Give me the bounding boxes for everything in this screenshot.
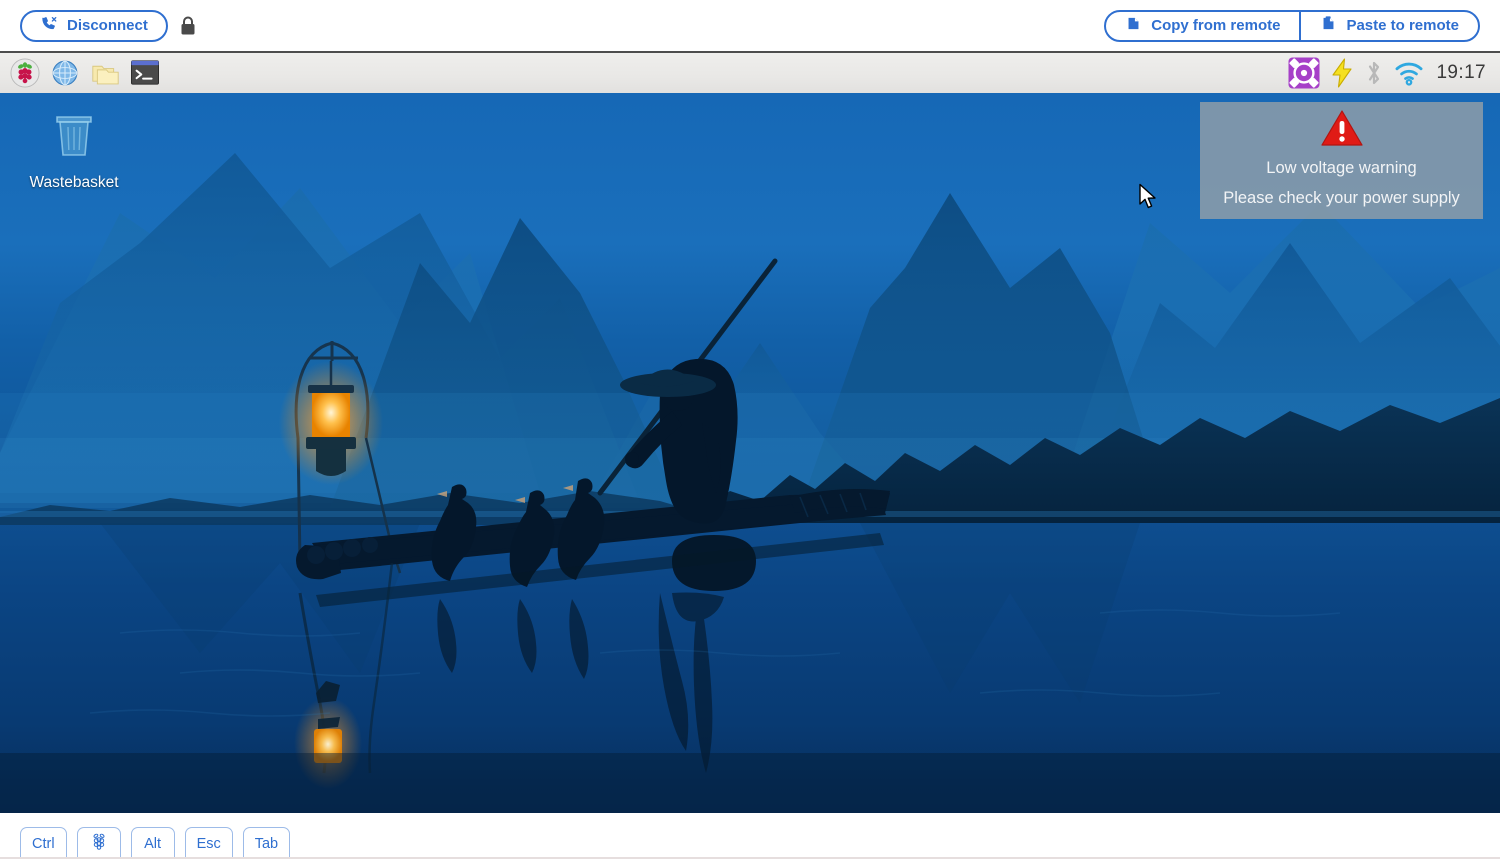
wifi-icon[interactable] (1394, 60, 1424, 86)
taskbar-clock[interactable]: 19:17 (1434, 62, 1486, 84)
file-manager-icon[interactable] (88, 56, 122, 90)
warning-triangle-icon (1320, 109, 1363, 152)
desktop-icon-wastebasket[interactable]: Wastebasket (22, 105, 126, 192)
clipboard-copy-icon (1125, 15, 1142, 36)
key-esc-label: Esc (196, 835, 221, 852)
wastebasket-icon (45, 105, 103, 168)
phone-hangup-icon (40, 15, 58, 37)
key-tab[interactable]: Tab (242, 827, 291, 859)
taskbar-launchers (0, 56, 162, 90)
key-alt[interactable]: Alt (130, 827, 175, 859)
virtual-keybar: Ctrl Alt Esc Tab (0, 813, 1500, 859)
desktop-icon-label: Wastebasket (29, 174, 119, 191)
vnc-toolbar-left-group: Disconnect (0, 9, 196, 42)
raspberry-pi-menu-icon[interactable] (8, 56, 42, 90)
vnc-toolbar-right-group: Copy from remote Paste to remote (1104, 9, 1500, 42)
terminal-icon[interactable] (128, 56, 162, 90)
paste-to-remote-label: Paste to remote (1346, 17, 1459, 34)
clipboard-button-group: Copy from remote Paste to remote (1104, 9, 1480, 42)
copy-from-remote-label: Copy from remote (1151, 17, 1281, 34)
web-browser-icon[interactable] (48, 56, 82, 90)
desktop[interactable]: Wastebasket Low voltage warning Please c… (0, 93, 1500, 813)
key-ctrl[interactable]: Ctrl (20, 827, 67, 859)
disconnect-button[interactable]: Disconnect (20, 9, 168, 42)
vnc-viewer-window: Disconnect Copy from remote Paste to rem… (0, 0, 1500, 859)
key-super[interactable] (76, 827, 121, 859)
raspberry-pi-icon (88, 831, 110, 857)
key-tab-label: Tab (254, 835, 279, 852)
key-esc[interactable]: Esc (184, 827, 233, 859)
notification-title: Low voltage warning (1266, 159, 1417, 178)
taskbar-tray: 19:17 (1288, 57, 1500, 89)
clipboard-paste-icon (1320, 15, 1337, 36)
disconnect-label: Disconnect (67, 17, 148, 34)
notification-message: Please check your power supply (1223, 189, 1460, 207)
low-voltage-bolt-icon[interactable] (1330, 58, 1354, 88)
paste-to-remote-button[interactable]: Paste to remote (1299, 11, 1478, 40)
vnc-server-icon[interactable] (1288, 57, 1320, 89)
taskbar: 19:17 (0, 51, 1500, 93)
bluetooth-icon[interactable] (1364, 59, 1384, 87)
key-alt-label: Alt (144, 835, 162, 852)
vnc-toolbar: Disconnect Copy from remote Paste to rem… (0, 0, 1500, 51)
copy-from-remote-button[interactable]: Copy from remote (1106, 12, 1299, 40)
key-ctrl-label: Ctrl (32, 835, 55, 852)
lock-icon[interactable] (180, 16, 196, 36)
low-voltage-notification[interactable]: Low voltage warning Please check your po… (1200, 102, 1483, 219)
